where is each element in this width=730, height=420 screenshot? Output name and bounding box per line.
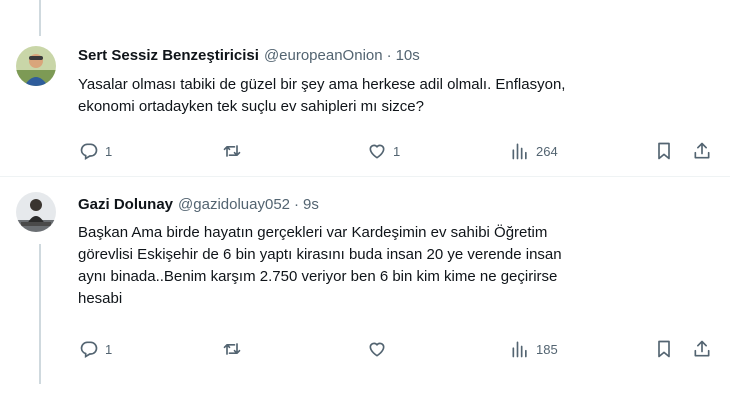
bookmark-button[interactable]: [654, 140, 674, 162]
share-icon: [692, 141, 712, 161]
share-button[interactable]: [692, 338, 712, 360]
views-icon: [510, 141, 530, 161]
views-button[interactable]: 185: [510, 338, 558, 360]
like-button[interactable]: 1: [367, 140, 400, 162]
heart-icon: [367, 339, 387, 359]
views-button[interactable]: 264: [510, 140, 558, 162]
display-name[interactable]: Gazi Dolunay: [78, 196, 173, 213]
reply-button[interactable]: 1: [79, 338, 112, 360]
retweet-icon: [222, 141, 242, 161]
retweet-button[interactable]: [222, 140, 248, 162]
separator-dot: ·: [386, 47, 392, 64]
thread-line-bottom: [39, 244, 41, 384]
views-icon: [510, 339, 530, 359]
retweet-button[interactable]: [222, 338, 248, 360]
retweet-icon: [222, 339, 242, 359]
user-handle[interactable]: @gazidoluay052: [178, 196, 290, 213]
timestamp[interactable]: 9s: [303, 196, 319, 213]
avatar[interactable]: [16, 46, 56, 86]
like-count: 1: [393, 143, 401, 159]
bookmark-icon: [654, 339, 674, 359]
tweet-header: Sert Sessiz Benzeştiricisi @europeanOnion…: [78, 46, 420, 66]
view-count: 185: [536, 341, 558, 357]
share-icon: [692, 339, 712, 359]
timestamp[interactable]: 10s: [396, 47, 420, 64]
user-handle[interactable]: @europeanOnion: [264, 47, 383, 64]
reply-icon: [79, 141, 99, 161]
tweet-text: Başkan Ama birde hayatın gerçekleri var …: [78, 224, 562, 307]
view-count: 264: [536, 143, 558, 159]
bookmark-icon: [654, 141, 674, 161]
tweet-text: Yasalar olması tabiki de güzel bir şey a…: [78, 76, 566, 115]
avatar[interactable]: [16, 192, 56, 232]
reply-count: 1: [105, 341, 113, 357]
share-button[interactable]: [692, 140, 712, 162]
reply-count: 1: [105, 143, 113, 159]
heart-icon: [367, 141, 387, 161]
display-name[interactable]: Sert Sessiz Benzeştiricisi: [78, 47, 259, 64]
like-button[interactable]: [367, 338, 393, 360]
reply-button[interactable]: 1: [79, 140, 112, 162]
bookmark-button[interactable]: [654, 338, 674, 360]
separator-dot: ·: [294, 196, 300, 213]
thread-line-top: [39, 0, 41, 36]
tweet-divider: [0, 176, 730, 177]
tweet-header: Gazi Dolunay @gazidoluay052 · 9s: [78, 195, 319, 215]
reply-icon: [79, 339, 99, 359]
